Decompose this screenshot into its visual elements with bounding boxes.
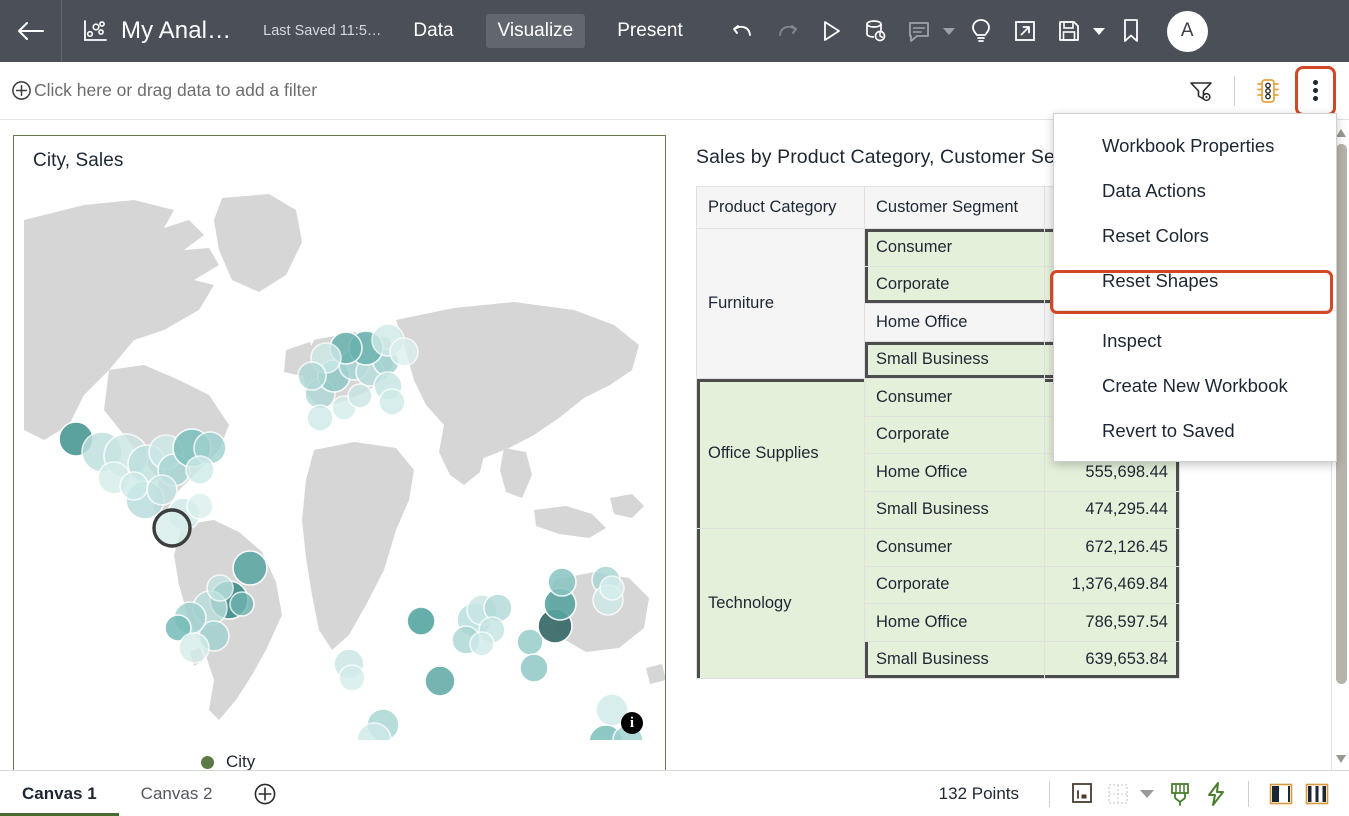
tab-visualize[interactable]: Visualize — [486, 14, 586, 48]
paintbrush-icon[interactable] — [1162, 776, 1198, 812]
filter-settings-icon[interactable] — [1180, 70, 1222, 112]
application-window: My Anal… Last Saved 11:5… Data Visualize… — [0, 0, 1349, 816]
share-icon[interactable] — [1003, 9, 1047, 53]
add-filter-label: Click here or drag data to add a filter — [34, 80, 317, 101]
grid-layout-dropdown-caret[interactable] — [1140, 790, 1154, 798]
divider — [1248, 781, 1249, 807]
menu-item-create-new-workbook[interactable]: Create New Workbook — [1054, 363, 1336, 408]
column-header-product-category[interactable]: Product Category — [697, 187, 865, 229]
cell-sales[interactable]: 474,295.44 — [1045, 491, 1180, 529]
top-toolbar: My Anal… Last Saved 11:5… Data Visualize… — [0, 0, 1349, 62]
undo-icon[interactable] — [721, 9, 765, 53]
bookmark-icon[interactable] — [1109, 9, 1153, 53]
info-icon[interactable]: i — [621, 712, 643, 734]
cell-sales[interactable]: 639,653.84 — [1045, 641, 1180, 679]
traffic-light-icon[interactable] — [1247, 70, 1289, 112]
menu-item-inspect[interactable]: Inspect — [1054, 318, 1336, 363]
insert-visualization-icon[interactable] — [1064, 776, 1100, 812]
scatter-chart-icon — [82, 18, 108, 44]
back-button[interactable] — [0, 0, 62, 62]
menu-item-reset-shapes[interactable]: Reset Shapes — [1054, 258, 1336, 303]
cell-customer-segment[interactable]: Corporate — [865, 566, 1045, 604]
cell-customer-segment[interactable]: Corporate — [865, 416, 1045, 454]
right-panel-toggle-icon[interactable] — [1299, 776, 1335, 812]
refresh-data-icon[interactable] — [853, 9, 897, 53]
cell-customer-segment[interactable]: Small Business — [865, 491, 1045, 529]
cell-sales[interactable]: 672,126.45 — [1045, 529, 1180, 567]
insights-icon[interactable] — [959, 9, 1003, 53]
cell-customer-segment[interactable]: Home Office — [865, 304, 1045, 342]
scrollbar-thumb[interactable] — [1336, 144, 1347, 684]
bottom-bar: Canvas 1 Canvas 2 132 Points — [0, 770, 1349, 816]
save-dropdown-caret[interactable] — [1093, 28, 1105, 35]
cell-customer-segment[interactable]: Corporate — [865, 266, 1045, 304]
plus-circle-icon — [11, 80, 32, 101]
cell-customer-segment[interactable]: Consumer — [865, 529, 1045, 567]
tab-data[interactable]: Data — [401, 14, 465, 48]
bottom-bar-actions: 132 Points — [939, 776, 1335, 812]
tab-present[interactable]: Present — [605, 14, 694, 48]
table-row[interactable]: Technology Consumer 672,126.45 — [697, 529, 1180, 567]
map-panel-title: City, Sales — [14, 136, 665, 172]
map-visualization-panel[interactable]: City, Sales — [13, 135, 666, 783]
cell-customer-segment[interactable]: Home Office — [865, 454, 1045, 492]
redo-icon[interactable] — [765, 9, 809, 53]
plus-circle-icon[interactable] — [253, 782, 277, 806]
filter-bar: Click here or drag data to add a filter — [0, 62, 1349, 120]
avatar[interactable]: A — [1167, 11, 1208, 52]
divider — [1049, 781, 1050, 807]
more-options-icon[interactable] — [1295, 66, 1336, 116]
cell-customer-segment[interactable]: Small Business — [865, 341, 1045, 379]
workbook-options-menu[interactable]: Workbook Properties Data Actions Reset C… — [1053, 113, 1337, 462]
divider — [1234, 76, 1235, 106]
menu-item-revert-to-saved[interactable]: Revert to Saved — [1054, 408, 1336, 453]
world-map[interactable] — [14, 180, 665, 740]
grid-layout-icon[interactable] — [1100, 776, 1136, 812]
comments-icon[interactable] — [897, 9, 941, 53]
top-toolbar-icons: A — [721, 9, 1208, 53]
cell-customer-segment[interactable]: Consumer — [865, 229, 1045, 267]
cell-customer-segment[interactable]: Home Office — [865, 604, 1045, 642]
column-header-customer-segment[interactable]: Customer Segment — [865, 187, 1045, 229]
map-graphic — [14, 180, 665, 740]
menu-item-reset-colors[interactable]: Reset Colors — [1054, 213, 1336, 258]
save-icon[interactable] — [1047, 9, 1091, 53]
comments-dropdown-caret[interactable] — [943, 28, 955, 35]
last-saved-label: Last Saved 11:5… — [263, 23, 381, 39]
add-filter-prompt[interactable]: Click here or drag data to add a filter — [11, 80, 317, 101]
cell-product-category[interactable]: Technology — [697, 529, 865, 679]
cell-sales[interactable]: 1,376,469.84 — [1045, 566, 1180, 604]
cell-customer-segment[interactable]: Small Business — [865, 641, 1045, 679]
canvas-tab-2[interactable]: Canvas 2 — [119, 771, 235, 816]
left-panel-toggle-icon[interactable] — [1263, 776, 1299, 812]
menu-item-workbook-properties[interactable]: Workbook Properties — [1054, 123, 1336, 168]
scroll-down-icon[interactable] — [1335, 752, 1347, 764]
menu-divider — [1054, 310, 1336, 311]
menu-item-data-actions[interactable]: Data Actions — [1054, 168, 1336, 213]
workbook-title: My Anal… — [121, 17, 231, 45]
cell-customer-segment[interactable]: Consumer — [865, 379, 1045, 417]
map-legend: City — [201, 752, 255, 772]
legend-color-swatch — [201, 756, 214, 769]
filter-bar-actions — [1180, 66, 1349, 116]
auto-insights-icon[interactable] — [1198, 776, 1234, 812]
canvas-tab-1[interactable]: Canvas 1 — [0, 771, 119, 816]
cell-product-category[interactable]: Furniture — [697, 229, 865, 379]
cell-sales[interactable]: 786,597.54 — [1045, 604, 1180, 642]
run-icon[interactable] — [809, 9, 853, 53]
points-count-label: 132 Points — [939, 784, 1019, 804]
legend-label: City — [226, 752, 255, 772]
cell-product-category[interactable]: Office Supplies — [697, 379, 865, 529]
